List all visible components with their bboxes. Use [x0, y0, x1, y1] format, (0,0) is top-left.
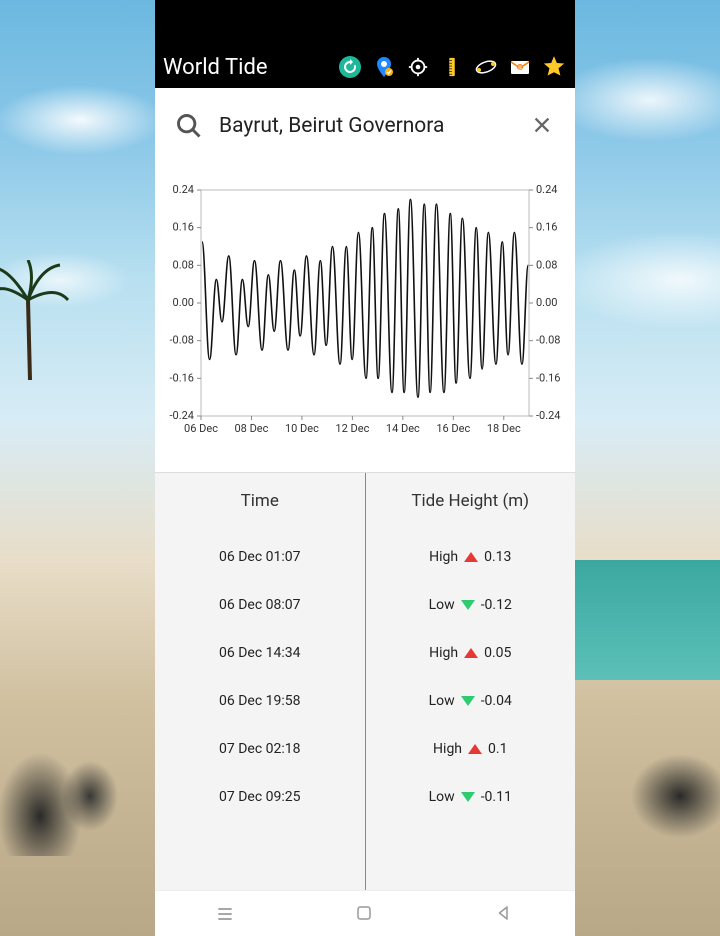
height-column: Tide Height (m) High0.13Low-0.12High0.05…: [365, 473, 576, 890]
table-row-time: 06 Dec 08:07: [155, 581, 365, 629]
svg-text:-0.24: -0.24: [170, 409, 195, 422]
svg-text:0.00: 0.00: [536, 296, 557, 309]
search-input[interactable]: Bayrut, Beirut Governora: [219, 114, 515, 138]
orbit-icon[interactable]: [473, 54, 499, 80]
close-icon[interactable]: [531, 114, 555, 138]
search-icon[interactable]: [175, 112, 203, 140]
triangle-down-icon: [461, 696, 475, 706]
svg-text:06 Dec: 06 Dec: [184, 422, 218, 435]
app-window: World Tide @: [155, 0, 575, 936]
app-bar: World Tide @: [155, 28, 575, 88]
location-pin-icon[interactable]: [371, 54, 397, 80]
triangle-up-icon: [468, 744, 482, 754]
table-row-height: High0.13: [366, 533, 576, 581]
table-row-time: 07 Dec 09:25: [155, 773, 365, 821]
svg-text:12 Dec: 12 Dec: [335, 422, 369, 435]
triangle-up-icon: [464, 552, 478, 562]
svg-text:0.24: 0.24: [536, 183, 557, 196]
svg-text:-0.24: -0.24: [536, 409, 561, 422]
svg-text:08 Dec: 08 Dec: [235, 422, 269, 435]
svg-text:@: @: [518, 65, 523, 71]
ruler-icon[interactable]: [439, 54, 465, 80]
tide-chart[interactable]: -0.24 -0.24 -0.16 -0.16 -0.08 -0.08 0.00 0.00 0.…: [155, 160, 575, 448]
system-nav-bar: [155, 890, 575, 936]
refresh-icon[interactable]: [337, 54, 363, 80]
svg-text:14 Dec: 14 Dec: [386, 422, 420, 435]
svg-text:10 Dec: 10 Dec: [285, 422, 319, 435]
table-row-time: 06 Dec 14:34: [155, 629, 365, 677]
back-button[interactable]: [495, 904, 515, 924]
time-header: Time: [155, 473, 365, 533]
table-row-time: 06 Dec 19:58: [155, 677, 365, 725]
triangle-down-icon: [461, 792, 475, 802]
content-area: Bayrut, Beirut Governora -0.24 -0.24 -0.16…: [155, 88, 575, 890]
recent-apps-button[interactable]: [215, 904, 235, 924]
gps-target-icon[interactable]: [405, 54, 431, 80]
mail-icon[interactable]: @: [507, 54, 533, 80]
svg-text:16 Dec: 16 Dec: [436, 422, 470, 435]
svg-text:18 Dec: 18 Dec: [487, 422, 521, 435]
svg-text:0.08: 0.08: [536, 258, 557, 271]
svg-text:-0.16: -0.16: [170, 371, 195, 384]
svg-text:-0.08: -0.08: [536, 334, 561, 347]
table-row-height: Low-0.11: [366, 773, 576, 821]
svg-text:0.16: 0.16: [173, 221, 194, 234]
star-icon[interactable]: [541, 54, 567, 80]
tide-chart-svg: -0.24 -0.24 -0.16 -0.16 -0.08 -0.08 0.00 0.00 0.…: [161, 180, 569, 440]
svg-text:0.00: 0.00: [173, 296, 194, 309]
table-row-time: 06 Dec 01:07: [155, 533, 365, 581]
triangle-down-icon: [461, 600, 475, 610]
svg-text:-0.16: -0.16: [536, 371, 561, 384]
home-button[interactable]: [355, 904, 375, 924]
time-column: Time 06 Dec 01:0706 Dec 08:0706 Dec 14:3…: [155, 473, 365, 890]
height-header: Tide Height (m): [366, 473, 576, 533]
table-row-height: Low-0.04: [366, 677, 576, 725]
app-bar-actions: @: [337, 54, 567, 80]
table-row-height: High0.1: [366, 725, 576, 773]
svg-text:0.08: 0.08: [173, 258, 194, 271]
app-title: World Tide: [163, 55, 331, 80]
table-row-time: 07 Dec 02:18: [155, 725, 365, 773]
svg-text:0.16: 0.16: [536, 221, 557, 234]
svg-text:0.24: 0.24: [173, 183, 194, 196]
search-bar: Bayrut, Beirut Governora: [155, 88, 575, 160]
table-row-height: High0.05: [366, 629, 576, 677]
triangle-up-icon: [464, 648, 478, 658]
tide-table: Time 06 Dec 01:0706 Dec 08:0706 Dec 14:3…: [155, 472, 575, 890]
svg-text:-0.08: -0.08: [170, 334, 195, 347]
table-row-height: Low-0.12: [366, 581, 576, 629]
